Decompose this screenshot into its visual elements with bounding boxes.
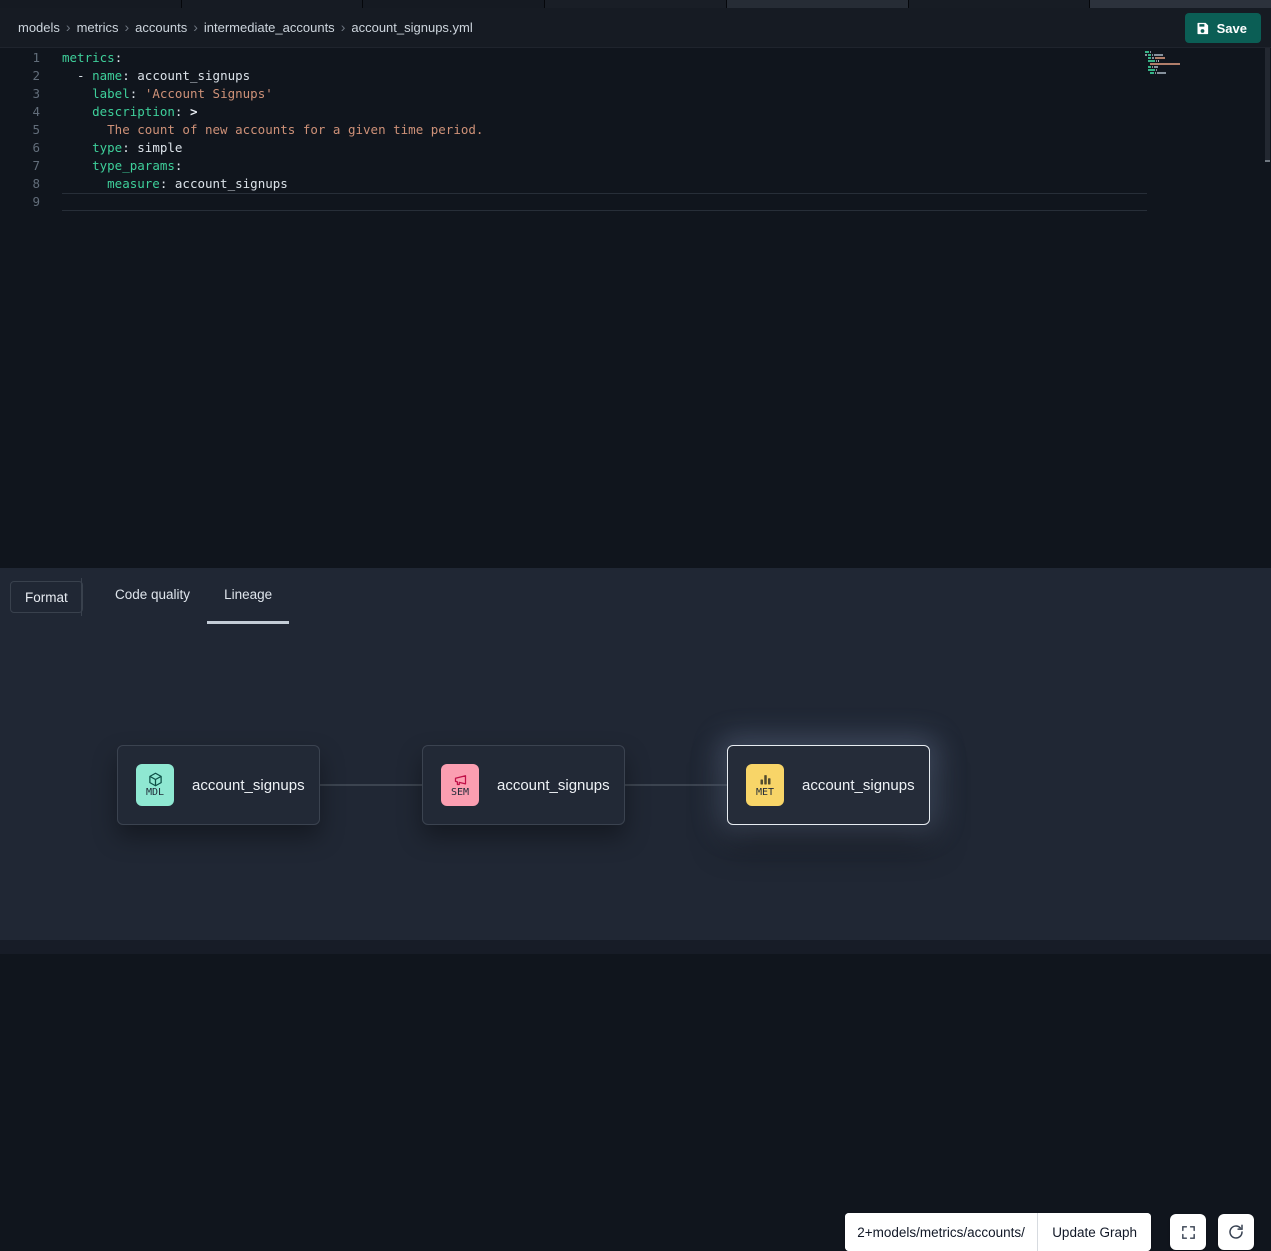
line-number: 5 <box>0 121 40 139</box>
lineage-canvas[interactable]: MDL account_signups SEM account_signups MET a… <box>0 568 1271 954</box>
browser-tab[interactable] <box>545 0 726 8</box>
breadcrumb-bar: models › metrics › accounts › intermediate_acc… <box>0 8 1271 48</box>
line-number: 3 <box>0 85 40 103</box>
lineage-edge <box>320 784 422 786</box>
gutter: 123456789 <box>0 49 40 211</box>
line-number: 7 <box>0 157 40 175</box>
browser-tab[interactable] <box>0 0 181 8</box>
lineage-node-sem[interactable]: SEM account_signups <box>422 745 625 825</box>
lineage-selector-group: Update Graph <box>845 1213 1151 1251</box>
code-line[interactable]: metrics: <box>62 49 1191 67</box>
bottom-panel: Format Code qualityLineage MDLaccount_si… <box>0 568 1271 954</box>
line-number: 1 <box>0 49 40 67</box>
line-number: 6 <box>0 139 40 157</box>
save-button[interactable]: Save <box>1185 13 1261 43</box>
update-graph-button[interactable]: Update Graph <box>1037 1213 1151 1251</box>
code-line[interactable] <box>62 193 1147 211</box>
node-label: account_signups <box>192 777 305 794</box>
refresh-icon <box>1227 1223 1245 1241</box>
code-lines[interactable]: metrics: - name: account_signups label: … <box>62 49 1191 211</box>
code-line[interactable]: description: > <box>62 103 1191 121</box>
code-editor[interactable]: 123456789 metrics: - name: account_signu… <box>0 48 1271 568</box>
code-line[interactable]: measure: account_signups <box>62 175 1191 193</box>
breadcrumb: models › metrics › accounts › intermediate_acc… <box>14 19 477 37</box>
breadcrumb-item[interactable]: account_signups.yml <box>351 20 472 35</box>
line-number: 2 <box>0 67 40 85</box>
breadcrumb-item[interactable]: intermediate_accounts <box>204 20 335 35</box>
node-type-badge: MDL <box>146 788 164 798</box>
chevron-right-icon: › <box>124 19 129 35</box>
lineage-node-met[interactable]: MET account_signups <box>727 745 930 825</box>
code-line[interactable]: - name: account_signups <box>62 67 1191 85</box>
breadcrumb-item[interactable]: models <box>18 20 60 35</box>
bar-chart-icon: MET <box>746 764 784 806</box>
footer-strip <box>0 940 1271 954</box>
lineage-edge <box>625 784 727 786</box>
line-number: 9 <box>0 193 40 211</box>
chevron-right-icon: › <box>66 19 71 35</box>
node-type-badge: SEM <box>451 788 469 798</box>
node-label: account_signups <box>497 777 610 794</box>
minimap[interactable] <box>1145 51 1215 78</box>
line-number: 4 <box>0 103 40 121</box>
breadcrumb-item[interactable]: metrics <box>77 20 119 35</box>
save-button-label: Save <box>1217 21 1247 36</box>
lineage-node-mdl[interactable]: MDL account_signups <box>117 745 320 825</box>
chevron-right-icon: › <box>193 19 198 35</box>
line-number: 8 <box>0 175 40 193</box>
megaphone-icon: SEM <box>441 764 479 806</box>
browser-tab[interactable] <box>727 0 908 8</box>
scrollbar-thumb[interactable] <box>1265 48 1270 162</box>
browser-tab[interactable] <box>1090 0 1271 8</box>
lineage-selector-input[interactable] <box>845 1213 1037 1251</box>
save-icon <box>1195 21 1210 36</box>
breadcrumb-item[interactable]: accounts <box>135 20 187 35</box>
node-label: account_signups <box>802 777 915 794</box>
browser-tab[interactable] <box>909 0 1090 8</box>
code-line[interactable]: type_params: <box>62 157 1191 175</box>
code-line[interactable]: The count of new accounts for a given ti… <box>62 121 1191 139</box>
top-tab-strip <box>0 0 1271 8</box>
browser-tab[interactable] <box>182 0 363 8</box>
fullscreen-button[interactable] <box>1170 1214 1206 1250</box>
chevron-right-icon: › <box>341 19 346 35</box>
editor-scrollbar[interactable] <box>1265 48 1270 568</box>
browser-tab[interactable] <box>363 0 544 8</box>
fullscreen-icon <box>1180 1224 1197 1241</box>
cube-icon: MDL <box>136 764 174 806</box>
node-type-badge: MET <box>756 788 774 798</box>
code-line[interactable]: label: 'Account Signups' <box>62 85 1191 103</box>
code-line[interactable]: type: simple <box>62 139 1191 157</box>
refresh-button[interactable] <box>1218 1214 1254 1250</box>
